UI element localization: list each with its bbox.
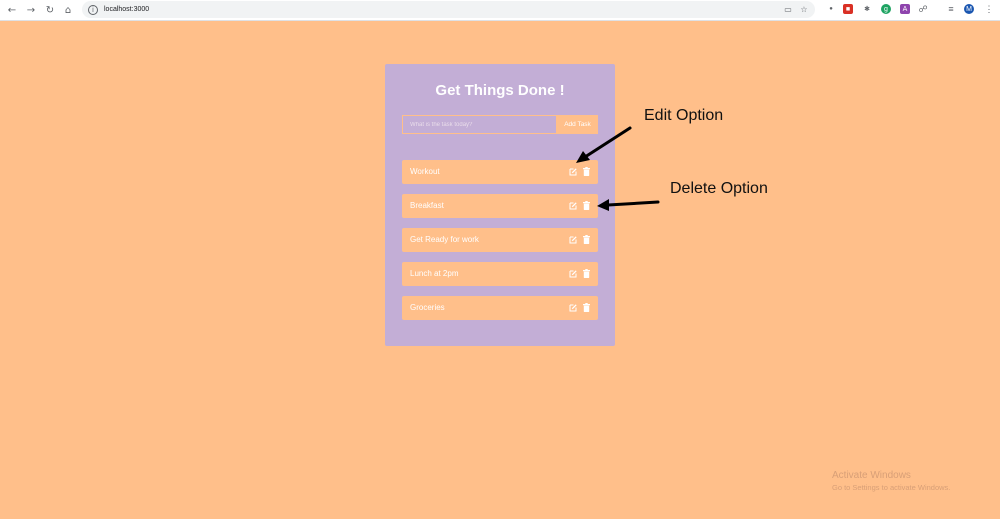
forward-icon[interactable]: → — [25, 4, 37, 16]
edit-icon[interactable] — [569, 304, 577, 312]
trash-icon[interactable] — [583, 269, 590, 278]
task-label: Groceries — [410, 303, 445, 312]
extension-purple-icon[interactable]: A — [900, 4, 910, 14]
edit-icon[interactable] — [569, 168, 577, 176]
task-item: Get Ready for work — [402, 228, 598, 252]
task-item: Groceries — [402, 296, 598, 320]
trash-icon[interactable] — [583, 167, 590, 176]
edit-icon[interactable] — [569, 202, 577, 210]
extension-dot-icon[interactable]: ● — [826, 4, 836, 14]
extension-red-icon[interactable]: ■ — [843, 4, 853, 14]
cast-icon[interactable]: ▭ — [783, 4, 793, 14]
task-item: Lunch at 2pm — [402, 262, 598, 286]
menu-icon[interactable]: ⋮ — [984, 4, 994, 14]
task-label: Get Ready for work — [410, 235, 479, 244]
task-label: Breakfast — [410, 201, 444, 210]
add-task-button[interactable]: Add Task — [557, 115, 598, 134]
edit-option-annotation: Edit Option — [644, 107, 724, 124]
delete-option-annotation: Delete Option — [670, 180, 768, 197]
task-label: Workout — [410, 167, 440, 176]
reload-icon[interactable]: ↻ — [44, 4, 56, 16]
activate-windows-subtitle: Go to Settings to activate Windows. — [832, 483, 951, 492]
trash-icon[interactable] — [583, 201, 590, 210]
trash-icon[interactable] — [583, 303, 590, 312]
extensions-puzzle-icon[interactable]: ☍ — [918, 4, 928, 14]
task-input[interactable] — [402, 115, 557, 134]
home-icon[interactable]: ⌂ — [62, 4, 74, 16]
extension-green-icon[interactable]: g — [881, 4, 891, 14]
edit-icon[interactable] — [569, 236, 577, 244]
todo-card: Get Things Done ! Add Task Workout Break… — [385, 64, 615, 346]
edit-icon[interactable] — [569, 270, 577, 278]
activate-windows-title: Activate Windows — [832, 470, 911, 481]
bookmark-star-icon[interactable]: ☆ — [799, 4, 809, 14]
app-title: Get Things Done ! — [435, 82, 565, 99]
task-label: Lunch at 2pm — [410, 269, 459, 278]
trash-icon[interactable] — [583, 235, 590, 244]
task-item: Breakfast — [402, 194, 598, 218]
extension-bug-icon[interactable]: ✱ — [862, 4, 872, 14]
task-item: Workout — [402, 160, 598, 184]
site-info-icon[interactable]: i — [88, 4, 98, 15]
back-icon[interactable]: ← — [6, 4, 18, 16]
address-bar[interactable]: i localhost:3000 ▭ ☆ — [82, 1, 815, 18]
profile-avatar[interactable]: M — [964, 4, 974, 14]
browser-toolbar: ← → ↻ ⌂ i localhost:3000 ▭ ☆ ● ■ ✱ g A ☍… — [0, 0, 1000, 21]
url-text: localhost:3000 — [104, 6, 150, 13]
reading-list-icon[interactable]: ≡ — [946, 4, 956, 14]
